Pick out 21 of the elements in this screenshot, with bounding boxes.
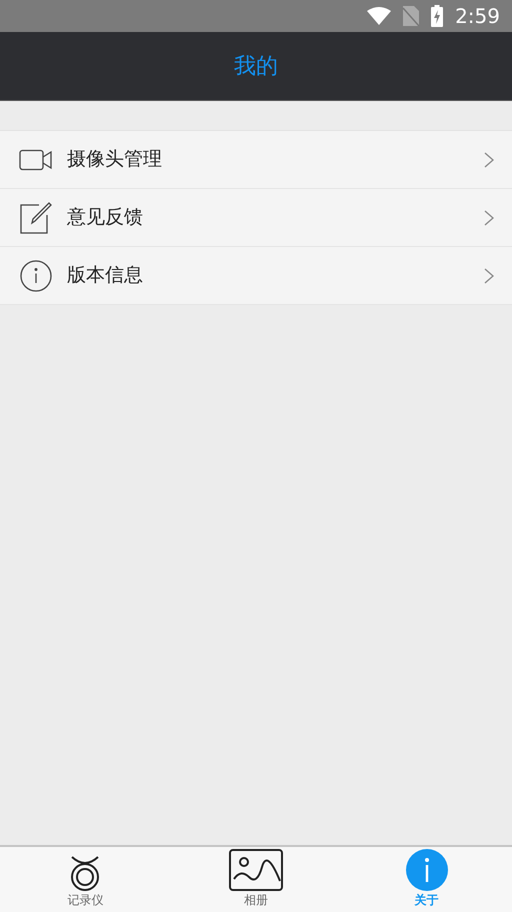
video-camera-icon xyxy=(19,148,53,170)
wifi-icon xyxy=(367,7,392,25)
header-title: 我的 xyxy=(234,52,278,80)
menu-label: 意见反馈 xyxy=(67,205,144,230)
tab[interactable]: 记录仪 xyxy=(0,847,171,912)
chevron-right-icon xyxy=(484,268,494,284)
edit-icon xyxy=(19,200,53,234)
chevron-right-icon xyxy=(484,152,494,168)
info-icon xyxy=(406,849,448,891)
menu-item[interactable]: 意见反馈 xyxy=(0,189,512,247)
info-icon xyxy=(20,260,52,292)
picture-icon xyxy=(229,849,283,891)
status-time: 2:59 xyxy=(455,3,500,30)
menu-item[interactable]: 摄像头管理 xyxy=(0,131,512,189)
chevron-right-icon xyxy=(484,210,494,226)
menu-label: 版本信息 xyxy=(67,263,144,288)
tab[interactable]: 相册 xyxy=(170,847,342,912)
menu-item[interactable]: 版本信息 xyxy=(0,247,512,305)
no-sim-icon xyxy=(403,6,420,26)
menu-label: 摄像头管理 xyxy=(67,147,163,172)
battery-charging-icon xyxy=(431,5,444,27)
